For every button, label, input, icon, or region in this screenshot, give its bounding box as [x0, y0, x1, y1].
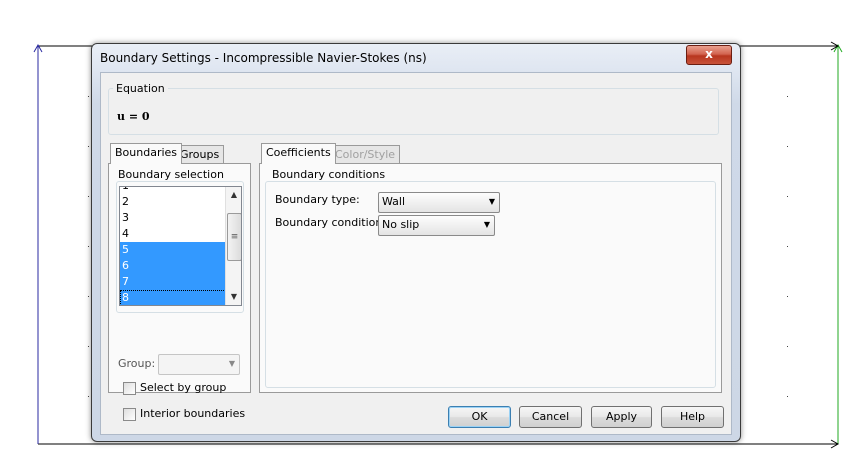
dialog-content: Equation u = 0 Boundaries Groups Boundar… — [100, 72, 732, 435]
boundary-list[interactable]: 1 2 3 4 5 6 7 8 ▲ ≡ ▼ — [119, 186, 242, 306]
boundary-condition-value: No slip — [382, 218, 420, 231]
close-button[interactable]: x — [686, 45, 732, 65]
equation-group — [108, 88, 719, 135]
tab-color-style: Color/Style — [330, 145, 401, 164]
list-item[interactable]: 1 — [120, 187, 226, 194]
list-item[interactable]: 2 — [120, 194, 226, 210]
select-by-group-label[interactable]: Select by group — [140, 381, 226, 394]
close-icon: x — [705, 47, 713, 61]
list-item[interactable]: 7 — [120, 274, 226, 290]
list-item[interactable]: 8 — [120, 290, 226, 305]
boundary-type-label: Boundary type: — [275, 193, 360, 206]
equation-text: u = 0 — [117, 110, 150, 123]
group-label: Group: — [118, 357, 156, 370]
chevron-down-icon: ▼ — [488, 197, 495, 206]
cancel-button[interactable]: Cancel — [519, 406, 582, 428]
list-item[interactable]: 5 — [120, 242, 226, 258]
tab-coefficients[interactable]: Coefficients — [261, 143, 336, 164]
group-select[interactable]: ▼ — [158, 354, 240, 375]
apply-button[interactable]: Apply — [591, 406, 652, 428]
list-item[interactable]: 6 — [120, 258, 226, 274]
scroll-down-icon[interactable]: ▼ — [226, 289, 241, 305]
interior-boundaries-checkbox[interactable] — [123, 408, 136, 421]
tab-boundaries[interactable]: Boundaries — [110, 143, 183, 164]
boundary-selection-legend: Boundary selection — [115, 168, 227, 181]
list-item[interactable]: 4 — [120, 226, 226, 242]
equation-legend: Equation — [113, 82, 168, 95]
scroll-thumb[interactable]: ≡ — [227, 213, 241, 261]
boundary-condition-label: Boundary condition: — [275, 216, 387, 229]
ok-button[interactable]: OK — [448, 406, 511, 428]
chevron-down-icon: ▼ — [228, 359, 235, 368]
tab-groups[interactable]: Groups — [175, 145, 225, 164]
dialog-title: Boundary Settings - Incompressible Navie… — [100, 51, 427, 65]
scroll-up-icon[interactable]: ▲ — [226, 187, 241, 203]
boundary-settings-dialog: Boundary Settings - Incompressible Navie… — [91, 43, 741, 442]
help-button[interactable]: Help — [661, 406, 724, 428]
boundary-type-value: Wall — [382, 195, 406, 208]
list-scrollbar[interactable]: ▲ ≡ ▼ — [225, 187, 241, 305]
chevron-down-icon: ▼ — [483, 220, 490, 229]
interior-boundaries-label[interactable]: Interior boundaries — [140, 407, 245, 420]
boundary-conditions-legend: Boundary conditions — [269, 168, 389, 181]
title-bar[interactable]: Boundary Settings - Incompressible Navie… — [92, 44, 740, 72]
boundary-condition-select[interactable]: No slip ▼ — [378, 215, 495, 236]
boundary-type-select[interactable]: Wall ▼ — [378, 192, 500, 213]
list-item[interactable]: 3 — [120, 210, 226, 226]
select-by-group-checkbox[interactable] — [123, 382, 136, 395]
